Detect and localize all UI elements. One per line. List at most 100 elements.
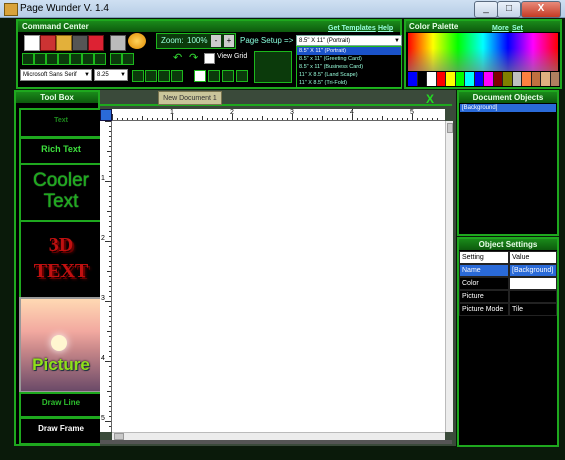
- document-canvas[interactable]: [112, 121, 445, 432]
- color-swatch[interactable]: [474, 72, 484, 86]
- ruler-number: 5: [410, 109, 414, 116]
- color-swatch[interactable]: [465, 72, 475, 86]
- minimize-button[interactable]: _: [474, 1, 498, 18]
- draw-line-tool[interactable]: Draw Line: [19, 392, 103, 418]
- align-bottom-icon[interactable]: [82, 53, 94, 65]
- close-document-icon[interactable]: X: [426, 92, 434, 106]
- list-item[interactable]: [Background]: [460, 104, 556, 112]
- settings-picture-label: Picture: [459, 290, 509, 303]
- italic-icon[interactable]: [145, 70, 157, 82]
- weather-icon[interactable]: [128, 33, 146, 49]
- open-folder-icon[interactable]: [56, 35, 72, 51]
- ruler-tick: [122, 118, 123, 120]
- vertical-scrollbar[interactable]: [445, 121, 453, 432]
- 3d-text-tool[interactable]: 3D TEXT: [19, 220, 103, 308]
- color-swatch[interactable]: [455, 72, 465, 86]
- page-setup-select[interactable]: 8.5" X 11" (Portrait) ▼: [296, 35, 402, 46]
- ruler-tick: [187, 118, 188, 120]
- color-swatch[interactable]: [541, 72, 551, 86]
- text-color-icon[interactable]: [171, 70, 183, 82]
- underline-icon[interactable]: [158, 70, 170, 82]
- settings-color-label: Color: [459, 277, 509, 290]
- page-setup-option[interactable]: 8.5" X 11" (Portrait): [297, 47, 401, 55]
- rich-text-tool[interactable]: Rich Text: [19, 137, 103, 165]
- zoom-minus-button[interactable]: -: [211, 35, 221, 47]
- ruler-corner-button[interactable]: [100, 109, 112, 121]
- font-family-select[interactable]: Microsoft Sans Serif ▼: [20, 69, 92, 81]
- ruler-tick: [112, 114, 113, 120]
- ruler-tick: [109, 386, 111, 387]
- maximize-button[interactable]: □: [497, 1, 521, 18]
- bold-icon[interactable]: [132, 70, 144, 82]
- settings-color-value[interactable]: [509, 277, 557, 290]
- close-button[interactable]: X: [521, 1, 561, 18]
- ruler-tick: [109, 336, 111, 337]
- page-setup-option[interactable]: 8.5" x 11" (Business Card): [297, 63, 401, 71]
- ruler-tick: [109, 411, 111, 412]
- align-middle-icon[interactable]: [70, 53, 82, 65]
- color-swatch[interactable]: [484, 72, 494, 86]
- ruler-tick: [162, 118, 163, 120]
- ruler-tick: [347, 118, 348, 120]
- settings-picture-mode-value[interactable]: Tile: [509, 303, 557, 316]
- page-setup-option[interactable]: 11" X 8.5" (Land Scape): [297, 71, 401, 79]
- layout-icon[interactable]: [122, 53, 134, 65]
- zoom-plus-button[interactable]: +: [224, 35, 234, 47]
- vertical-scroll-thumb[interactable]: [447, 123, 453, 133]
- move-down-icon[interactable]: [236, 70, 248, 82]
- color-swatch[interactable]: [550, 72, 560, 86]
- send-back-icon[interactable]: [208, 70, 220, 82]
- align-center-icon[interactable]: [34, 53, 46, 65]
- color-swatch[interactable]: [522, 72, 532, 86]
- move-up-icon[interactable]: [222, 70, 234, 82]
- new-document-icon[interactable]: [24, 35, 40, 51]
- ruler-tick: [257, 118, 258, 120]
- text-tool[interactable]: Text: [19, 108, 103, 138]
- color-spectrum[interactable]: [408, 33, 558, 71]
- color-swatch[interactable]: [446, 72, 456, 86]
- settings-picture-value[interactable]: [509, 290, 557, 303]
- save-icon[interactable]: [40, 35, 56, 51]
- grid-icon[interactable]: [110, 53, 122, 65]
- draw-frame-tool[interactable]: Draw Frame: [19, 417, 103, 445]
- color-swatch[interactable]: [427, 72, 437, 86]
- ruler-tick: [109, 196, 111, 197]
- ruler-tick: [422, 118, 423, 120]
- undo-icon[interactable]: ↶: [173, 51, 182, 64]
- help-link[interactable]: Help: [378, 23, 393, 34]
- settings-name-value[interactable]: [Background]: [509, 264, 557, 277]
- same-width-icon[interactable]: [94, 53, 106, 65]
- tab-new-document-1[interactable]: New Document 1: [158, 91, 222, 105]
- redo-icon[interactable]: ↷: [189, 51, 198, 64]
- fill-color-preview[interactable]: [254, 51, 292, 83]
- ruler-number: 4: [101, 355, 105, 362]
- horizontal-scroll-thumb[interactable]: [114, 433, 124, 440]
- ruler-tick: [382, 116, 383, 120]
- color-swatch[interactable]: [493, 72, 503, 86]
- cooler-text-tool[interactable]: Cooler Text: [19, 163, 103, 226]
- ruler-tick: [407, 118, 408, 120]
- get-templates-link[interactable]: Get Templates: [328, 23, 376, 34]
- document-objects-header: Document Objects: [459, 92, 557, 103]
- page-setup-option[interactable]: 8.5" x 11" (Greeting Card): [297, 55, 401, 63]
- color-swatch[interactable]: [436, 72, 446, 86]
- print-icon[interactable]: [72, 35, 88, 51]
- bring-front-icon[interactable]: [194, 70, 206, 82]
- color-swatch[interactable]: [408, 72, 418, 86]
- align-left-icon[interactable]: [22, 53, 34, 65]
- color-swatch[interactable]: [512, 72, 522, 86]
- page-setup-option[interactable]: 11" X 8.5" (Tri-Fold): [297, 79, 401, 87]
- pdf-icon[interactable]: [88, 35, 104, 51]
- font-size-select[interactable]: 8.25 ▼: [94, 69, 128, 81]
- toolbox-title: Tool Box: [40, 93, 74, 102]
- color-swatch[interactable]: [417, 72, 427, 86]
- horizontal-scrollbar[interactable]: [112, 432, 445, 440]
- align-top-icon[interactable]: [58, 53, 70, 65]
- ruler-number: 3: [101, 295, 105, 302]
- align-right-icon[interactable]: [46, 53, 58, 65]
- color-swatch[interactable]: [531, 72, 541, 86]
- scan-icon[interactable]: [110, 35, 126, 51]
- picture-tool[interactable]: Picture: [19, 297, 103, 393]
- color-swatch[interactable]: [503, 72, 513, 86]
- view-grid-checkbox[interactable]: [204, 53, 215, 64]
